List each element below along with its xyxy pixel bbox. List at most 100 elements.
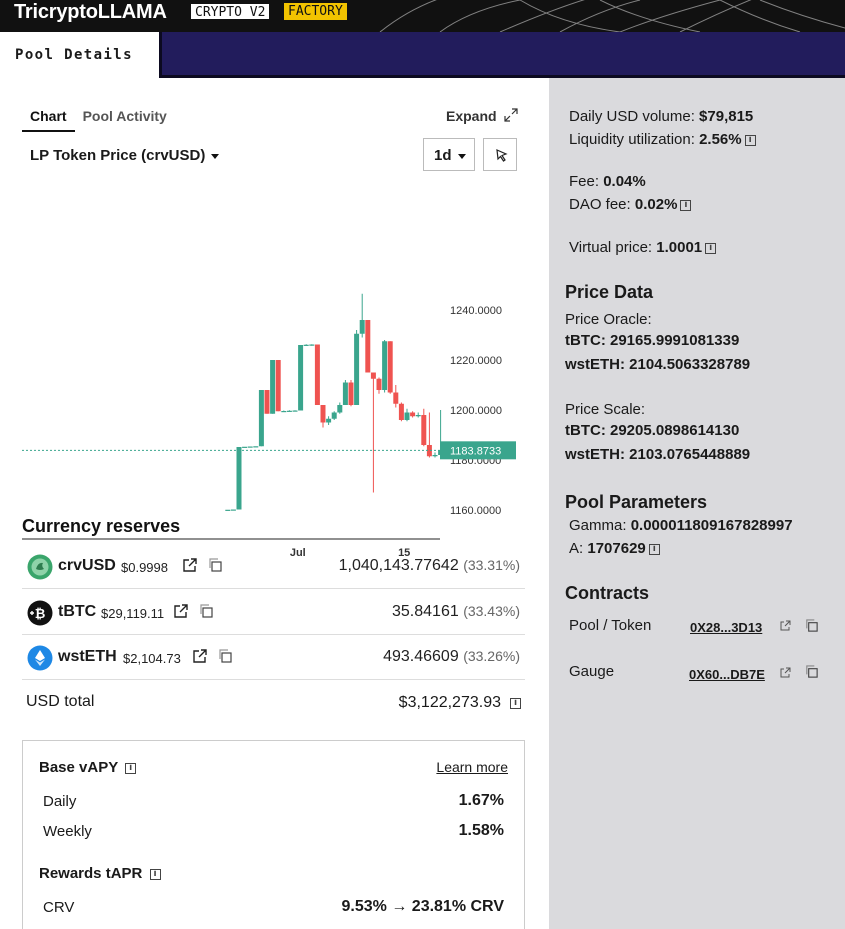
crvusd-coin-icon [27,554,53,580]
reserve-row-crvusd: crvUSD $0.9998 1,040,143.77642 (33.31%) [22,544,525,589]
reserve-percent: (33.31%) [463,557,520,573]
chevron-down-icon [211,153,220,159]
gamma-label: Gamma: [569,517,627,534]
svg-text:₿: ₿ [35,606,46,621]
pool-token-address-link[interactable]: 0X28...3D13 [690,620,762,635]
daily-volume-value: $79,815 [699,108,754,125]
reserve-amount: 493.46609 (33.26%) [383,648,520,666]
reserve-amount-value: 1,040,143.77642 [338,557,459,574]
price-data-title: Price Data [565,282,654,302]
copy-icon[interactable] [217,648,233,664]
current-price-label: 1183.8733 [450,445,501,457]
candle-body [309,344,315,346]
header-banner: TricryptoLLAMA CRYPTO V2 FACTORY [0,0,845,32]
price-selector-label: LP Token Price (crvUSD) [30,147,206,164]
copy-icon[interactable] [804,664,819,679]
info-icon[interactable]: i [648,543,660,555]
external-link-icon[interactable] [780,667,791,678]
candle-body [281,411,287,413]
candle-body [286,410,292,412]
external-link-icon[interactable] [780,620,791,631]
candle-body [432,455,438,457]
virtual-price: Virtual price: 1.0001 i [569,239,717,256]
candle-body [398,403,404,420]
cursor-tool-button[interactable] [483,138,517,171]
expand-label: Expand [446,108,497,124]
period-dropdown[interactable]: 1d [423,138,475,171]
copy-icon[interactable] [198,603,214,619]
daily-value: 1.67% [458,792,504,809]
info-icon[interactable]: i [510,698,521,709]
info-icon[interactable]: i [680,199,692,211]
pool-parameters-title: Pool Parameters [565,492,708,512]
chart-subtabs: Chart Pool Activity [22,106,175,132]
cursor-icon [496,149,508,162]
tbtc-coin-icon: ₿ [27,600,53,626]
daily-label: Daily [43,793,77,810]
tab-bar: Pool Details [0,32,845,78]
gauge-label: Gauge [569,663,615,680]
pool-title: TricryptoLLAMA [14,1,167,23]
y-tick-label: 1200.0000 [450,405,502,417]
dao-fee: DAO fee: 0.02% i [569,196,692,213]
external-link-icon[interactable] [192,648,208,664]
info-icon[interactable]: i [744,134,756,146]
virtual-price-label: Virtual price: [569,239,653,256]
coin-price: $0.9998 [121,560,168,575]
expand-button[interactable]: Expand [446,108,519,124]
chevron-down-icon [457,153,466,159]
candle-body [230,509,236,511]
pool-type-badge: CRYPTO V2 [190,3,271,20]
daily-volume-label: Daily USD volume: [569,108,695,125]
usd-total-value: $3,122,273.93 [398,694,501,711]
y-tick-label: 1160.0000 [450,505,501,517]
usd-total-label: USD total [26,693,95,710]
learn-more-link[interactable]: Learn more [436,759,508,775]
apy-box: Base vAPY i Learn more Daily 1.67% Weekl… [22,740,525,929]
reserve-amount: 1,040,143.77642 (33.31%) [339,557,520,575]
weekly-value: 1.58% [458,822,504,839]
price-scale-wsteth: wstETH: 2103.0765448889 [565,446,751,463]
lp-price-chart[interactable]: 1240.00001220.00001200.00001180.00001160… [0,198,549,568]
price-selector-dropdown[interactable]: LP Token Price (crvUSD) [30,147,220,164]
info-icon[interactable]: i [705,242,717,254]
reserve-percent: (33.26%) [463,648,520,664]
dao-fee-label: DAO fee: [569,196,631,213]
daily-volume: Daily USD volume: $79,815 [569,108,753,125]
a-label: A: [569,540,584,557]
candle-body [348,382,354,405]
virtual-price-value: 1.0001 [656,239,703,256]
candle-body [415,415,421,417]
tab-pool-details[interactable]: Pool Details [0,32,162,78]
crv-value: 9.53% → 23.81% CRV [341,898,504,915]
factory-badge: FACTORY [284,3,347,20]
gamma-value: 0.000011809167828997 [630,517,793,534]
fee-value: 0.04% [603,173,646,190]
info-icon[interactable]: i [149,868,161,880]
price-oracle-tbtc: tBTC: 29165.9991081339 [565,332,740,349]
copy-icon[interactable] [207,557,223,573]
candle-body [365,320,371,373]
gauge-address-link[interactable]: 0X60...DB7E [689,667,765,682]
info-icon[interactable]: i [125,762,137,774]
a-value: 1707629 [587,540,646,557]
period-label: 1d [434,147,452,164]
candle-body [421,415,427,445]
tab-chart[interactable]: Chart [22,106,75,132]
tab-pool-activity[interactable]: Pool Activity [75,106,175,132]
external-link-icon[interactable] [182,557,198,573]
candle-body [264,390,270,414]
coin-price: $2,104.73 [123,651,181,666]
price-scale-label: Price Scale: [565,401,646,418]
reserve-row-tbtc: ₿ tBTC $29,119.11 35.84161 (33.43%) [22,590,525,635]
contracts-title: Contracts [565,583,650,603]
candle-body [298,345,304,411]
copy-icon[interactable] [804,618,819,633]
external-link-icon[interactable] [173,603,189,619]
reserve-amount-value: 35.84161 [392,603,459,620]
candle-body [393,392,399,404]
expand-icon [504,108,519,122]
rewards-tapr-label: Rewards tAPR [39,865,143,882]
dao-fee-value: 0.02% [634,196,678,213]
candle-body [331,412,337,419]
